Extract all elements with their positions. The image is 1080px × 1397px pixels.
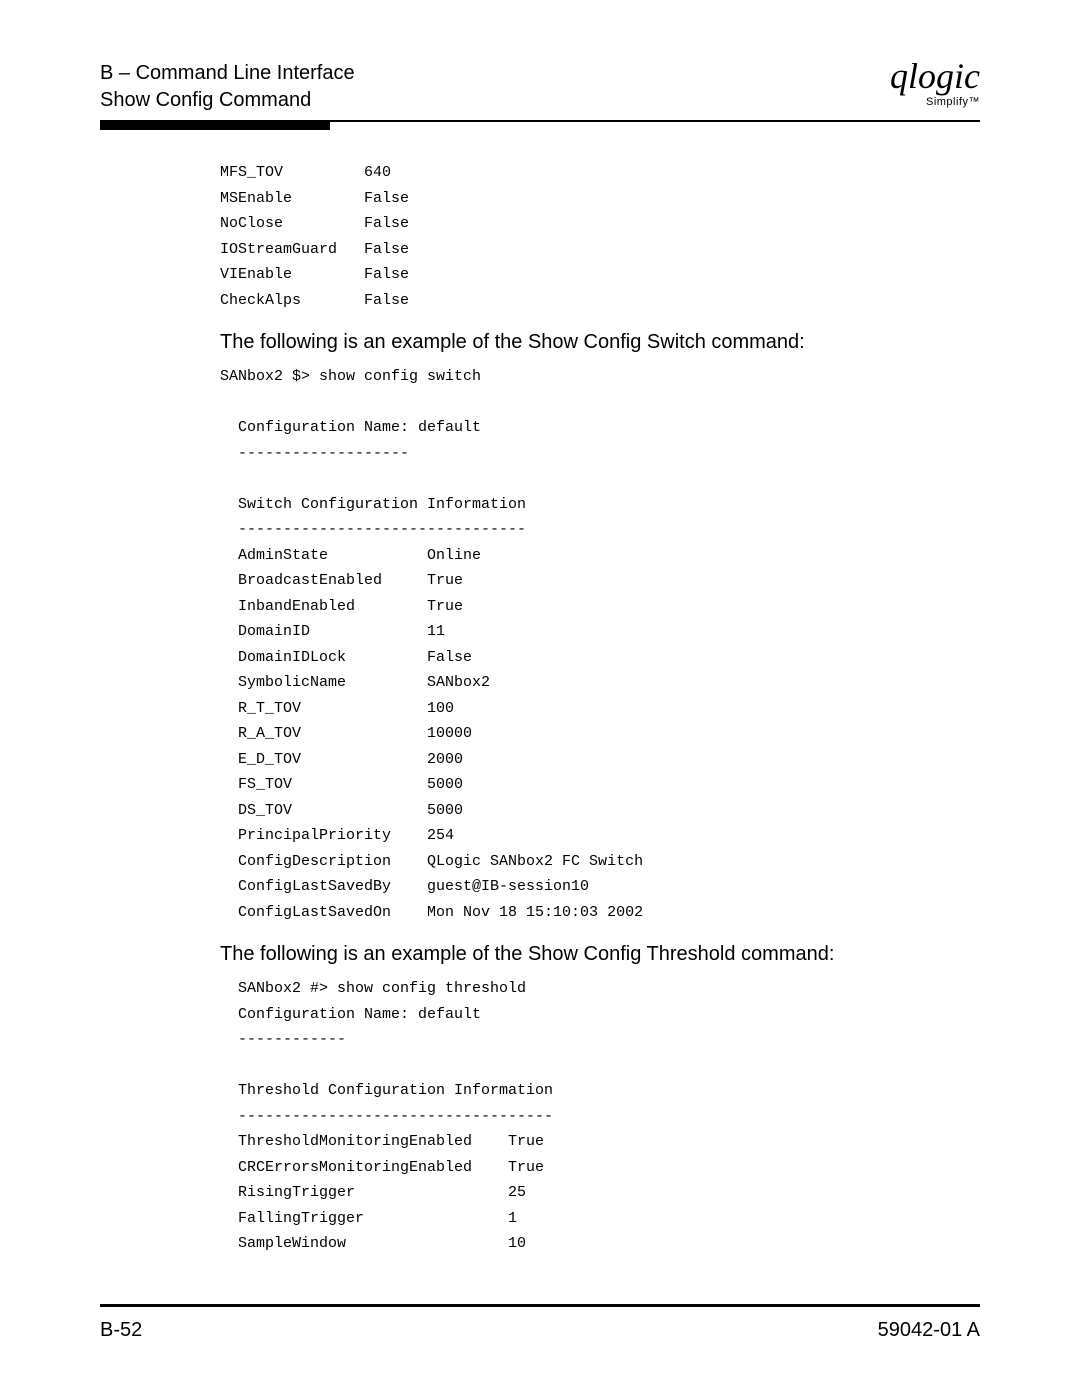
page-number: B-52	[100, 1319, 142, 1342]
switch-config-output: SANbox2 $> show config switch Configurat…	[220, 364, 960, 925]
header-line-2: Show Config Command	[100, 87, 355, 114]
doc-id: 59042-01 A	[878, 1319, 980, 1342]
brand-logo: qlogic Simplify™	[890, 60, 980, 110]
page-header: B – Command Line Interface Show Config C…	[100, 60, 980, 114]
port-config-output: MFS_TOV 640 MSEnable False NoClose False…	[220, 160, 960, 313]
header-rule-thick	[100, 120, 330, 130]
page: B – Command Line Interface Show Config C…	[0, 0, 1080, 1397]
header-line-1: B – Command Line Interface	[100, 60, 355, 87]
switch-intro-text: The following is an example of the Show …	[220, 331, 960, 354]
logo-script: qlogic	[890, 60, 980, 92]
logo-subtext: Simplify™	[926, 96, 980, 108]
header-rule-thin	[330, 120, 980, 122]
header-text: B – Command Line Interface Show Config C…	[100, 60, 355, 114]
threshold-intro-text: The following is an example of the Show …	[220, 943, 960, 966]
header-rule	[100, 120, 980, 130]
content-area: MFS_TOV 640 MSEnable False NoClose False…	[220, 160, 960, 1257]
footer-rule	[100, 1304, 980, 1307]
page-footer: B-52 59042-01 A	[100, 1319, 980, 1342]
threshold-config-output: SANbox2 #> show config threshold Configu…	[220, 976, 960, 1257]
